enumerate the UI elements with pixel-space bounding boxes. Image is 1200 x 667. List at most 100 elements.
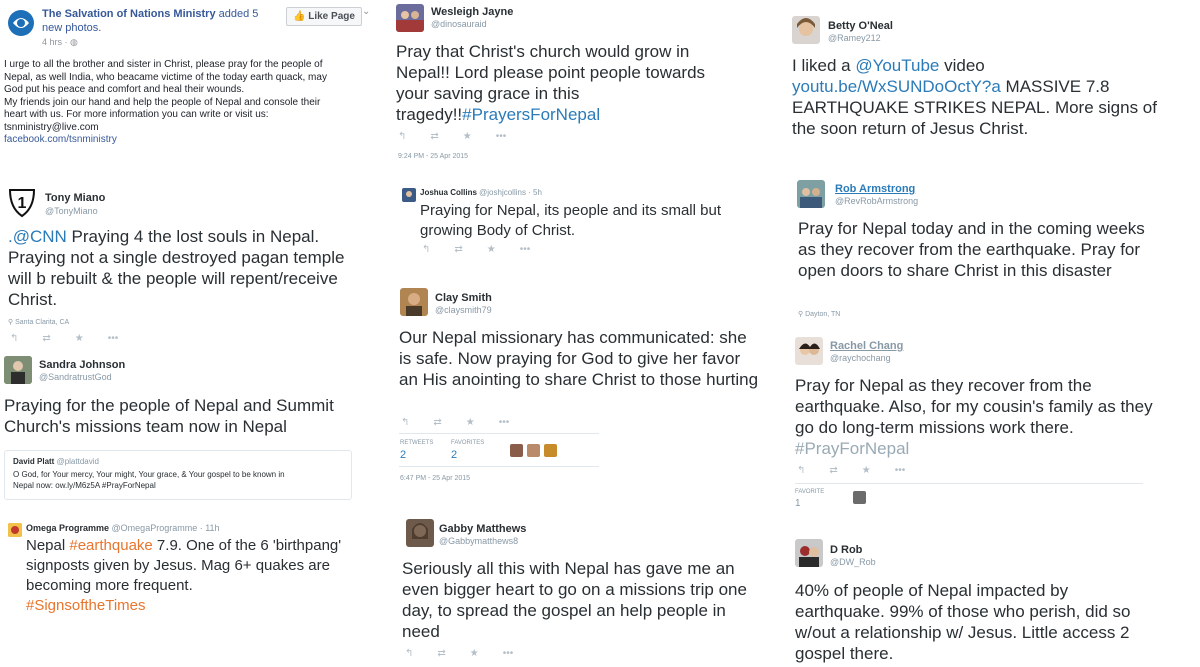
favorites-count[interactable]: 2 [451, 449, 457, 461]
hashtag-link[interactable]: #PrayForNepal [795, 438, 1155, 459]
mention-link[interactable]: @YouTube [855, 56, 939, 75]
user-handle[interactable]: @Ramey212 [828, 33, 881, 43]
timestamp[interactable]: 9:24 PM - 25 Apr 2015 [398, 153, 468, 160]
timestamp[interactable]: 6:47 PM - 25 Apr 2015 [400, 475, 470, 482]
location-text: Santa Clarita, CA [15, 319, 70, 326]
video-link[interactable]: youtu.be/WxSUNDoOctY?a [792, 77, 1001, 96]
star-icon[interactable]: ★ [466, 417, 475, 428]
star-icon[interactable]: ★ [463, 131, 472, 142]
tweet-text: .@CNN Praying 4 the lost souls in Nepal.… [8, 226, 353, 310]
favoriter-avatar[interactable] [527, 444, 540, 457]
location[interactable]: ⚲ Santa Clarita, CA [8, 318, 69, 326]
star-icon[interactable]: ★ [470, 648, 479, 659]
avatar[interactable] [4, 356, 32, 384]
user-handle[interactable]: @raychochang [830, 353, 891, 363]
more-icon[interactable]: ••• [499, 417, 510, 428]
retweet-icon[interactable]: ⇄ [437, 648, 445, 659]
user-name[interactable]: Omega Programme [26, 523, 109, 533]
hashtag-link[interactable]: #PrayersForNepal [462, 105, 600, 124]
favoriter-avatar[interactable] [544, 444, 557, 457]
tweet-actions: ↰ ⇄ ★ ••• [398, 131, 506, 142]
favorites-count[interactable]: 1 [795, 498, 801, 509]
user-handle[interactable]: @OmegaProgramme · 11h [112, 523, 220, 533]
user-handle[interactable]: @SandratrustGod [39, 372, 112, 382]
user-name[interactable]: Rachel Chang [830, 340, 903, 352]
hashtag-link[interactable]: #earthquake [69, 537, 152, 554]
user-handle[interactable]: @DW_Rob [830, 557, 876, 567]
like-page-button[interactable]: 👍 Like Page [286, 7, 362, 26]
user-name[interactable]: Sandra Johnson [39, 359, 125, 371]
tweet-rob: Rob Armstrong @RevRobArmstrong Pray for … [785, 175, 1165, 325]
reply-icon[interactable]: ↰ [797, 465, 805, 476]
retweets-count[interactable]: 2 [400, 449, 406, 461]
retweet-icon[interactable]: ⇄ [454, 244, 462, 255]
tweet-gabby: Gabby Matthews @Gabbymatthews8 Seriously… [390, 515, 770, 667]
retweet-icon[interactable]: ⇄ [433, 417, 441, 428]
post-line: God put his peace and comfort and heal t… [4, 84, 245, 95]
ministry-logo[interactable] [6, 8, 36, 38]
quoted-tweet[interactable]: David Platt @plattdavid O God, for Your … [4, 450, 352, 500]
tweet-text: Nepal #earthquake 7.9. One of the 6 'bir… [26, 536, 356, 616]
star-icon[interactable]: ★ [862, 465, 871, 476]
avatar[interactable] [795, 337, 823, 365]
user-name[interactable]: Wesleigh Jayne [431, 6, 513, 18]
avatar[interactable] [402, 188, 416, 202]
tweet-body-pre: I liked a [792, 56, 856, 75]
reply-icon[interactable]: ↰ [405, 648, 413, 659]
location[interactable]: ⚲ Dayton, TN [798, 310, 840, 318]
chevron-down-icon[interactable]: ⌄ [362, 6, 370, 17]
like-page-label: Like Page [308, 11, 355, 22]
retweet-icon[interactable]: ⇄ [42, 333, 50, 344]
avatar[interactable] [406, 519, 434, 547]
reply-icon[interactable]: ↰ [398, 131, 406, 142]
tweet-actions: ↰ ⇄ ★ ••• [401, 417, 509, 428]
more-icon[interactable]: ••• [108, 333, 119, 344]
tweet-text: I liked a @YouTube video youtu.be/WxSUND… [792, 55, 1157, 139]
retweet-icon[interactable]: ⇄ [430, 131, 438, 142]
avatar[interactable] [396, 4, 424, 32]
star-icon[interactable]: ★ [487, 244, 496, 255]
user-handle[interactable]: @joshjcollins · 5h [479, 188, 542, 197]
user-handle[interactable]: @TonyMiano [45, 206, 98, 216]
user-name[interactable]: Rob Armstrong [835, 183, 915, 195]
user-name[interactable]: Tony Miano [45, 192, 105, 204]
post-email[interactable]: tsnministry@live.com [4, 122, 374, 135]
page-name-link[interactable]: The Salvation of Nations Ministry [42, 8, 216, 20]
more-icon[interactable]: ••• [496, 131, 507, 142]
more-icon[interactable]: ••• [503, 648, 514, 659]
tweet-text: Our Nepal missionary has communicated: s… [399, 328, 759, 389]
more-icon[interactable]: ••• [520, 244, 531, 255]
hashtag-link[interactable]: #SignsoftheTimes [26, 596, 356, 616]
user-handle[interactable]: @dinosauraid [431, 19, 487, 29]
user-name[interactable]: Clay Smith [435, 292, 492, 304]
post-link[interactable]: facebook.com/tsnministry [4, 134, 374, 147]
reply-icon[interactable]: ↰ [10, 333, 18, 344]
mention-link[interactable]: .@CNN [8, 227, 67, 246]
user-handle[interactable]: @claysmith79 [435, 305, 492, 315]
favoriter-avatar[interactable] [853, 491, 866, 504]
avatar[interactable] [400, 288, 428, 316]
tweet-text: Praying for the people of Nepal and Summ… [4, 396, 334, 436]
tweet-clay: Clay Smith @claysmith79 Our Nepal missio… [390, 283, 770, 488]
avatar[interactable]: 1 [6, 186, 38, 218]
divider [399, 433, 599, 434]
star-icon[interactable]: ★ [75, 333, 84, 344]
reply-icon[interactable]: ↰ [401, 417, 409, 428]
user-name[interactable]: Betty O'Neal [828, 20, 893, 32]
user-handle[interactable]: @RevRobArmstrong [835, 196, 918, 206]
user-handle[interactable]: @Gabbymatthews8 [439, 536, 518, 546]
favoriter-avatar[interactable] [510, 444, 523, 457]
post-line: I urge to all the brother and sister in … [4, 59, 323, 70]
user-name[interactable]: Gabby Matthews [439, 523, 526, 535]
avatar[interactable] [795, 539, 823, 567]
avatar[interactable] [797, 180, 825, 208]
avatar[interactable] [8, 523, 22, 537]
user-name[interactable]: Joshua Collins [420, 188, 477, 197]
tweet-header: Joshua Collins @joshjcollins · 5h [420, 188, 542, 197]
retweet-icon[interactable]: ⇄ [829, 465, 837, 476]
user-name[interactable]: D Rob [830, 544, 862, 556]
more-icon[interactable]: ••• [895, 465, 906, 476]
reply-icon[interactable]: ↰ [422, 244, 430, 255]
tweet-actions: ↰ ⇄ ★ ••• [405, 648, 513, 659]
avatar[interactable] [792, 16, 820, 44]
